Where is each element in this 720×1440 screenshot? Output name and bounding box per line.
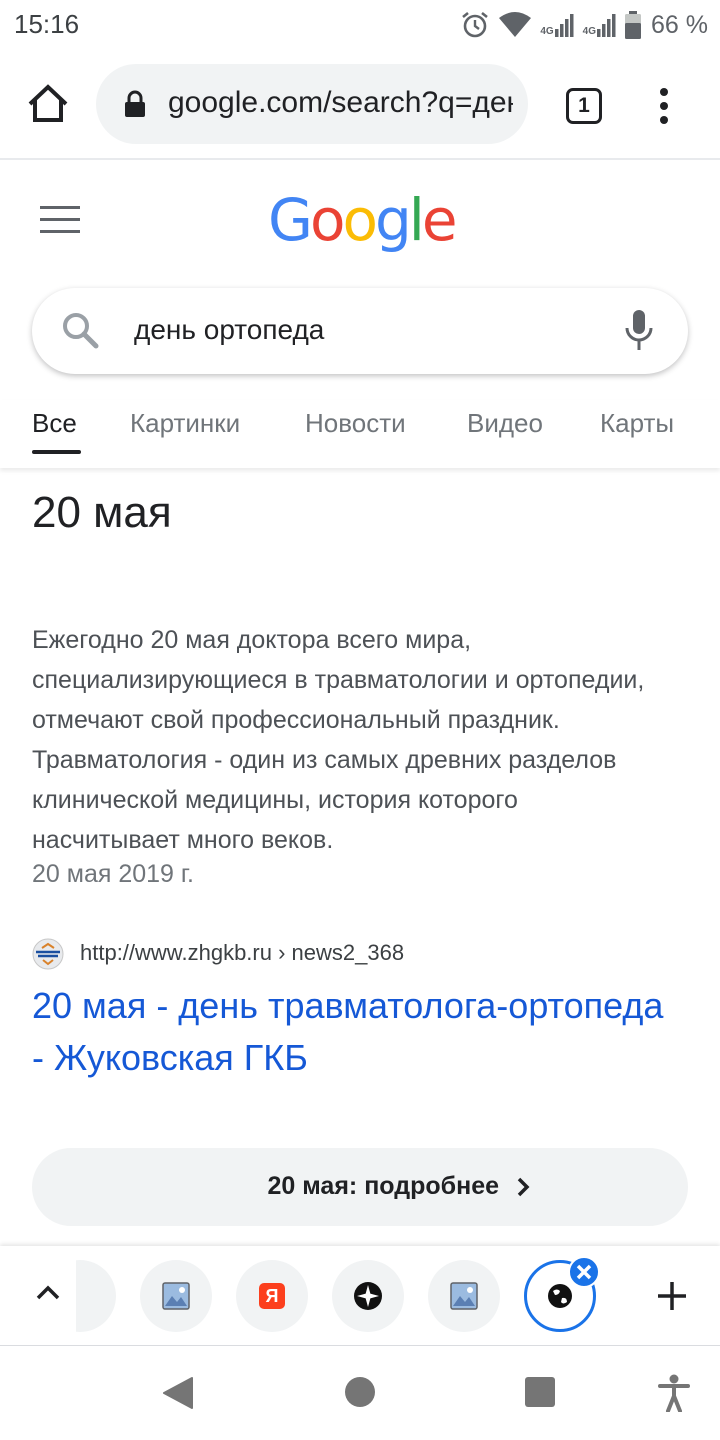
network-type-2: 4G: [582, 26, 597, 37]
tab-images[interactable]: Картинки: [130, 408, 240, 439]
strip-tab-yandex[interactable]: Я: [236, 1260, 308, 1332]
accessibility-icon[interactable]: [658, 1374, 690, 1412]
new-tab-icon[interactable]: [654, 1278, 690, 1314]
search-box[interactable]: день ортопеда: [32, 288, 688, 374]
picture-icon: [450, 1282, 478, 1310]
lock-icon: [125, 90, 145, 117]
strip-tab-partial[interactable]: [76, 1260, 116, 1332]
home-icon[interactable]: [26, 82, 70, 126]
browser-toolbar: google.com/search?q=день 1: [0, 56, 720, 160]
tab-switcher-button[interactable]: 1: [566, 88, 602, 124]
wifi-icon: [499, 12, 532, 37]
network-type-1: 4G: [540, 26, 554, 37]
result-source-url[interactable]: http://www.zhgkb.ru › news2_368: [80, 940, 404, 966]
battery-icon: [625, 11, 642, 39]
tab-video[interactable]: Видео: [467, 408, 543, 439]
close-tab-button[interactable]: [568, 1256, 600, 1288]
more-info-button[interactable]: 20 мая: подробнее: [32, 1148, 688, 1226]
strip-tab-image-1[interactable]: [140, 1260, 212, 1332]
strip-tab-compass[interactable]: [332, 1260, 404, 1332]
close-icon: [576, 1264, 592, 1280]
mic-icon[interactable]: [624, 308, 654, 352]
alarm-icon: [462, 11, 489, 38]
active-tab-indicator: [32, 450, 81, 454]
address-bar[interactable]: google.com/search?q=день: [96, 64, 528, 144]
tab-strip: Я: [0, 1246, 720, 1346]
more-vert-icon[interactable]: [650, 86, 678, 126]
tab-maps[interactable]: Карты: [600, 408, 674, 439]
snippet-date: 20 мая 2019 г.: [32, 860, 194, 888]
picture-icon: [162, 1282, 190, 1310]
home-nav-icon[interactable]: [345, 1377, 375, 1407]
battery-percent: 66 %: [651, 10, 708, 39]
tab-all[interactable]: Все: [32, 408, 77, 439]
site-favicon-icon: [32, 938, 64, 970]
yandex-icon: Я: [259, 1283, 285, 1309]
more-info-label: 20 мая: подробнее: [267, 1172, 499, 1200]
url-text[interactable]: google.com/search?q=день: [168, 86, 513, 120]
chevron-right-icon: [517, 1177, 530, 1197]
strip-tab-image-2[interactable]: [428, 1260, 500, 1332]
signal-2-icon: 4G: [583, 13, 617, 37]
chevron-up-icon[interactable]: [36, 1282, 60, 1302]
hamburger-menu-icon[interactable]: [40, 206, 80, 234]
google-logo[interactable]: Google: [268, 186, 458, 254]
back-icon[interactable]: [162, 1376, 194, 1410]
tab-news[interactable]: Новости: [305, 408, 406, 439]
featured-answer: 20 мая: [32, 488, 172, 537]
search-input[interactable]: день ортопеда: [134, 314, 324, 346]
search-icon[interactable]: [60, 310, 102, 352]
signal-1-icon: 4G: [540, 13, 574, 37]
snippet-text: Ежегодно 20 мая доктора всего мира, спец…: [32, 626, 645, 854]
globe-icon: [548, 1284, 572, 1308]
status-time: 15:16: [14, 9, 80, 39]
search-tabs: Все Картинки Новости Видео Карты: [0, 400, 720, 468]
compass-icon: [354, 1282, 382, 1310]
recents-icon[interactable]: [525, 1377, 555, 1407]
result-title-link[interactable]: 20 мая - день травматолога-ортопеда - Жу…: [32, 980, 672, 1084]
status-bar: 15:16 4G 4G 66 %: [0, 0, 720, 50]
system-nav-bar: [0, 1346, 720, 1440]
status-icons: 4G 4G 66 %: [460, 8, 708, 42]
